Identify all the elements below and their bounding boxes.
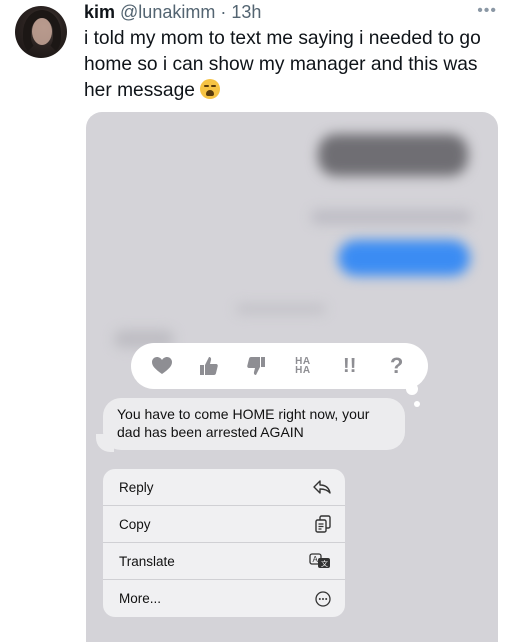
tweet-text-body: i told my mom to text me saying i needed… [84,28,481,101]
haha-icon[interactable]: HA HA [290,353,316,379]
avatar[interactable] [15,6,67,58]
reaction-bar-tail [406,383,418,395]
blurred-message [318,134,468,176]
reaction-bar-tail-dot [414,401,420,407]
tweet-header: kim @lunakimm · 13h [84,0,261,24]
menu-item-label: Copy [119,516,151,532]
thumbs-up-icon[interactable] [196,353,222,379]
tapback-reaction-bar: HA HA !! ? [131,343,428,389]
author-name[interactable]: kim [84,2,115,23]
more-options-icon[interactable]: ••• [477,2,497,20]
menu-item-translate[interactable]: Translate A文 [103,543,345,580]
blurred-reactions [311,210,471,224]
menu-item-more[interactable]: More... [103,580,345,617]
tweet-text: i told my mom to text me saying i needed… [84,26,499,104]
more-icon [315,590,331,607]
menu-item-copy[interactable]: Copy [103,506,345,543]
message-bubble[interactable]: You have to come HOME right now, your da… [103,398,405,450]
question-mark-icon[interactable]: ? [384,353,410,379]
haha-bottom: HA [295,365,311,376]
copy-icon [315,515,331,533]
heart-icon[interactable] [149,353,175,379]
translate-icon: A文 [309,553,331,569]
context-menu: Reply Copy Translate A文 More... [103,469,345,617]
svg-text:文: 文 [321,559,328,568]
menu-item-label: Reply [119,479,154,495]
author-handle[interactable]: @lunakimm [120,2,215,23]
thumbs-down-icon[interactable] [243,353,269,379]
menu-item-label: More... [119,591,162,606]
tweet-media-screenshot[interactable]: HA HA !! ? You have to come HOME right no… [86,112,498,642]
tweet-time[interactable]: 13h [231,2,261,23]
menu-item-label: Translate [119,553,175,569]
separator-dot: · [220,1,227,22]
exclamation-icon[interactable]: !! [337,353,363,379]
avatar-face [32,18,52,45]
svg-text:A: A [313,555,319,564]
reply-icon [313,479,331,495]
menu-item-reply[interactable]: Reply [103,469,345,506]
blurred-sent-bubble [338,240,470,276]
crying-face-emoji-icon [200,79,221,99]
blurred-text [236,304,326,314]
